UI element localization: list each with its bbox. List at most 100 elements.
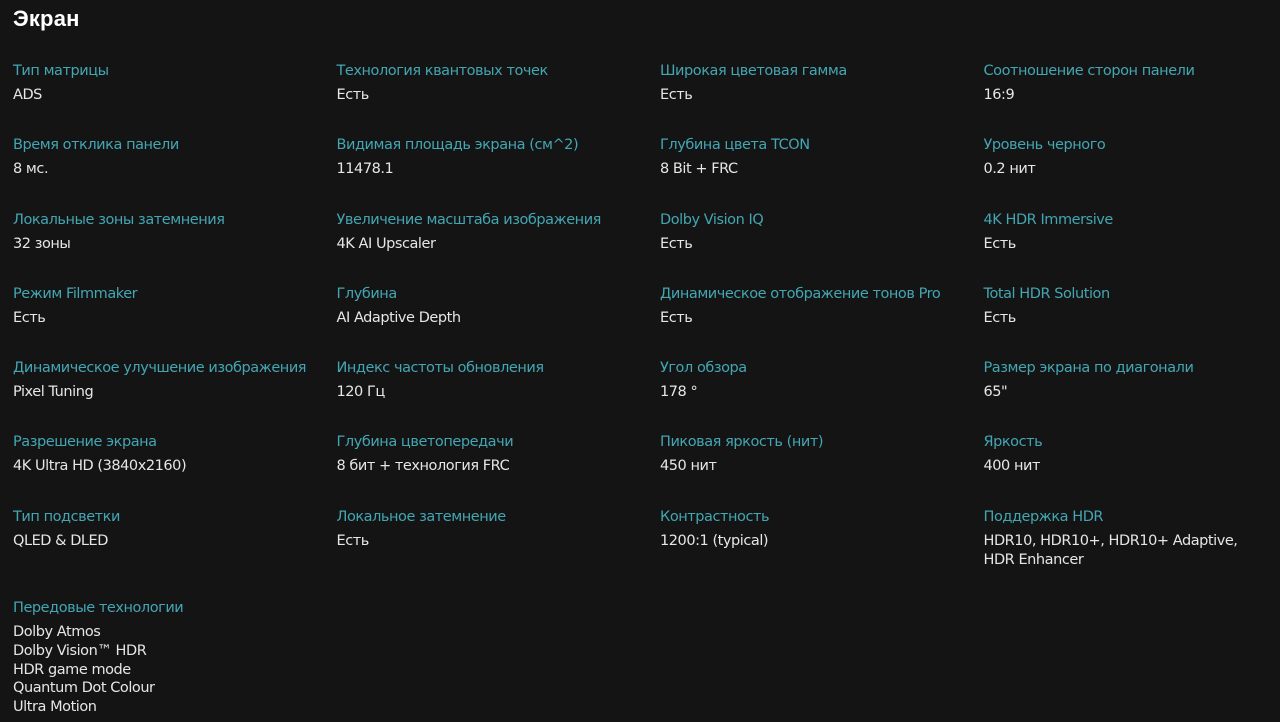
list-item: Quantum Dot Colour [13,680,155,697]
list-item: Dolby Vision™ HDR [13,642,147,659]
spec-aspect-ratio: Соотношение сторон панели 16:9 [984,62,1254,136]
spec-label: Передовые технологии [13,600,184,616]
spec-value: 0.2 нит [983,161,1036,178]
spec-screen-size: Размер экрана по диагонали 65" [984,359,1254,433]
spec-value: 11478.1 [336,161,394,178]
spec-backlight-type: Тип подсветки QLED & DLED [13,508,337,601]
spec-refresh-rate: Индекс частоты обновления 120 Гц [337,359,661,433]
spec-peak-brightness: Пиковая яркость (нит) 450 нит [660,433,984,507]
spec-value: Есть [660,87,693,103]
spec-label: Тип подсветки [13,508,120,525]
spec-value: 8 бит + технология FRC [336,458,510,475]
spec-label: Широкая цветовая гамма [660,63,847,79]
spec-value: ADS [13,87,42,103]
spec-label: 4K HDR Immersive [983,211,1114,228]
spec-value: 120 Гц [336,384,386,401]
spec-label: Яркость [983,434,1043,451]
spec-label: Уровень черного [983,137,1106,154]
spec-label: Режим Filmmaker [13,285,138,302]
spec-label: Локальные зоны затемнения [13,211,225,228]
spec-value: 32 зоны [13,235,71,252]
spec-label: Видимая площадь экрана (см^2) [336,137,579,154]
spec-label: Контрастность [660,508,770,525]
spec-value: Есть [13,309,46,326]
spec-label: Глубина цвета TCON [660,137,810,154]
spec-resolution: Разрешение экрана 4K Ultra HD (3840x2160… [13,433,337,507]
spec-dolby-vision-iq: Dolby Vision IQ Есть [660,211,984,285]
spec-value: Есть [660,309,693,326]
spec-row: Время отклика панели 8 мс. Видимая площа… [13,136,1273,210]
list-item: Ultra Motion [13,699,97,716]
spec-response-time: Время отклика панели 8 мс. [13,136,337,210]
spec-label: Время отклика панели [13,137,179,154]
spec-value: Есть [336,87,370,103]
spec-label: Размер экрана по диагонали [983,360,1194,377]
spec-value: 16:9 [983,87,1015,103]
spec-dynamic-tone-mapping: Динамическое отображение тонов Pro Есть [660,285,984,359]
spec-value: 8 Bit + FRC [660,161,738,178]
spec-value: HDR10, HDR10+, HDR10+ Adaptive, HDR Enha… [983,532,1238,568]
spec-local-dimming: Локальное затемнение Есть [337,508,661,601]
spec-quantum-dot: Технология квантовых точек Есть [337,62,661,136]
spec-label: Технология квантовых точек [336,63,549,79]
spec-row: Локальные зоны затемнения 32 зоны Увелич… [13,211,1273,285]
spec-label: Глубина [336,285,398,302]
spec-wide-color-gamut: Широкая цветовая гамма Есть [660,62,984,136]
spec-panel-type: Тип матрицы ADS [13,62,337,136]
spec-dynamic-picture-enhancement: Динамическое улучшение изображения Pixel… [13,359,337,433]
list-item: HDR game mode [13,661,131,678]
spec-value: Pixel Tuning [13,384,94,401]
spec-label: Индекс частоты обновления [336,360,545,377]
advanced-technologies: Передовые технологии Dolby Atmos Dolby V… [13,599,184,717]
spec-tcon-depth: Глубина цвета TCON 8 Bit + FRC [660,136,984,210]
spec-row: Динамическое улучшение изображения Pixel… [13,359,1273,433]
spec-value: 1200:1 (typical) [660,532,769,549]
spec-total-hdr-solution: Total HDR Solution Есть [984,285,1254,359]
spec-value: Есть [660,235,693,252]
spec-label: Угол обзора [660,360,747,377]
spec-value: 400 нит [983,458,1041,475]
spec-label: Соотношение сторон панели [983,63,1195,79]
spec-color-depth: Глубина цветопередачи 8 бит + технология… [337,433,661,507]
spec-label: Поддержка HDR [983,508,1104,525]
list-item: Dolby Atmos [13,624,101,640]
spec-label: Тип матрицы [13,63,109,79]
spec-label: Глубина цветопередачи [336,434,514,451]
spec-label: Dolby Vision IQ [660,211,764,228]
spec-label: Динамическое отображение тонов Pro [660,285,941,302]
spec-value: QLED & DLED [13,532,108,549]
spec-label: Локальное затемнение [336,508,507,525]
spec-row: Тип матрицы ADS Технология квантовых точ… [13,62,1273,136]
spec-depth: Глубина AI Adaptive Depth [337,285,661,359]
spec-value: Есть [983,235,1017,252]
spec-row: Режим Filmmaker Есть Глубина AI Adaptive… [13,285,1273,359]
spec-value: 4K AI Upscaler [336,235,436,252]
spec-row: Тип подсветки QLED & DLED Локальное зате… [13,508,1273,601]
spec-label: Динамическое улучшение изображения [13,360,307,377]
specs-grid: Тип матрицы ADS Технология квантовых точ… [13,62,1273,601]
tech-list: Dolby Atmos Dolby Vision™ HDR HDR game m… [13,623,183,717]
spec-label: Total HDR Solution [983,285,1111,302]
spec-value: Есть [336,532,370,549]
spec-local-dimming-zones: Локальные зоны затемнения 32 зоны [13,211,337,285]
spec-black-level: Уровень черного 0.2 нит [984,136,1254,210]
spec-value: 450 нит [660,458,717,475]
spec-label: Пиковая яркость (нит) [660,434,824,451]
spec-value: Есть [983,309,1017,326]
spec-row: Разрешение экрана 4K Ultra HD (3840x2160… [13,433,1273,507]
spec-hdr-support: Поддержка HDR HDR10, HDR10+, HDR10+ Adap… [984,508,1254,601]
spec-value: 8 мс. [13,161,49,178]
spec-value: 65" [983,384,1008,401]
spec-upscaling: Увеличение масштаба изображения 4K AI Up… [337,211,661,285]
spec-4k-hdr-immersive: 4K HDR Immersive Есть [984,211,1254,285]
spec-value: 178 ° [660,384,698,401]
spec-viewing-angle: Угол обзора 178 ° [660,359,984,433]
spec-label: Увеличение масштаба изображения [336,211,602,228]
page-title: Экран [13,6,80,31]
spec-label: Разрешение экрана [13,434,157,451]
spec-value: 4K Ultra HD (3840x2160) [13,458,187,475]
spec-visible-area: Видимая площадь экрана (см^2) 11478.1 [337,136,661,210]
spec-brightness: Яркость 400 нит [984,433,1254,507]
spec-contrast: Контрастность 1200:1 (typical) [660,508,984,601]
spec-value: AI Adaptive Depth [336,309,462,326]
